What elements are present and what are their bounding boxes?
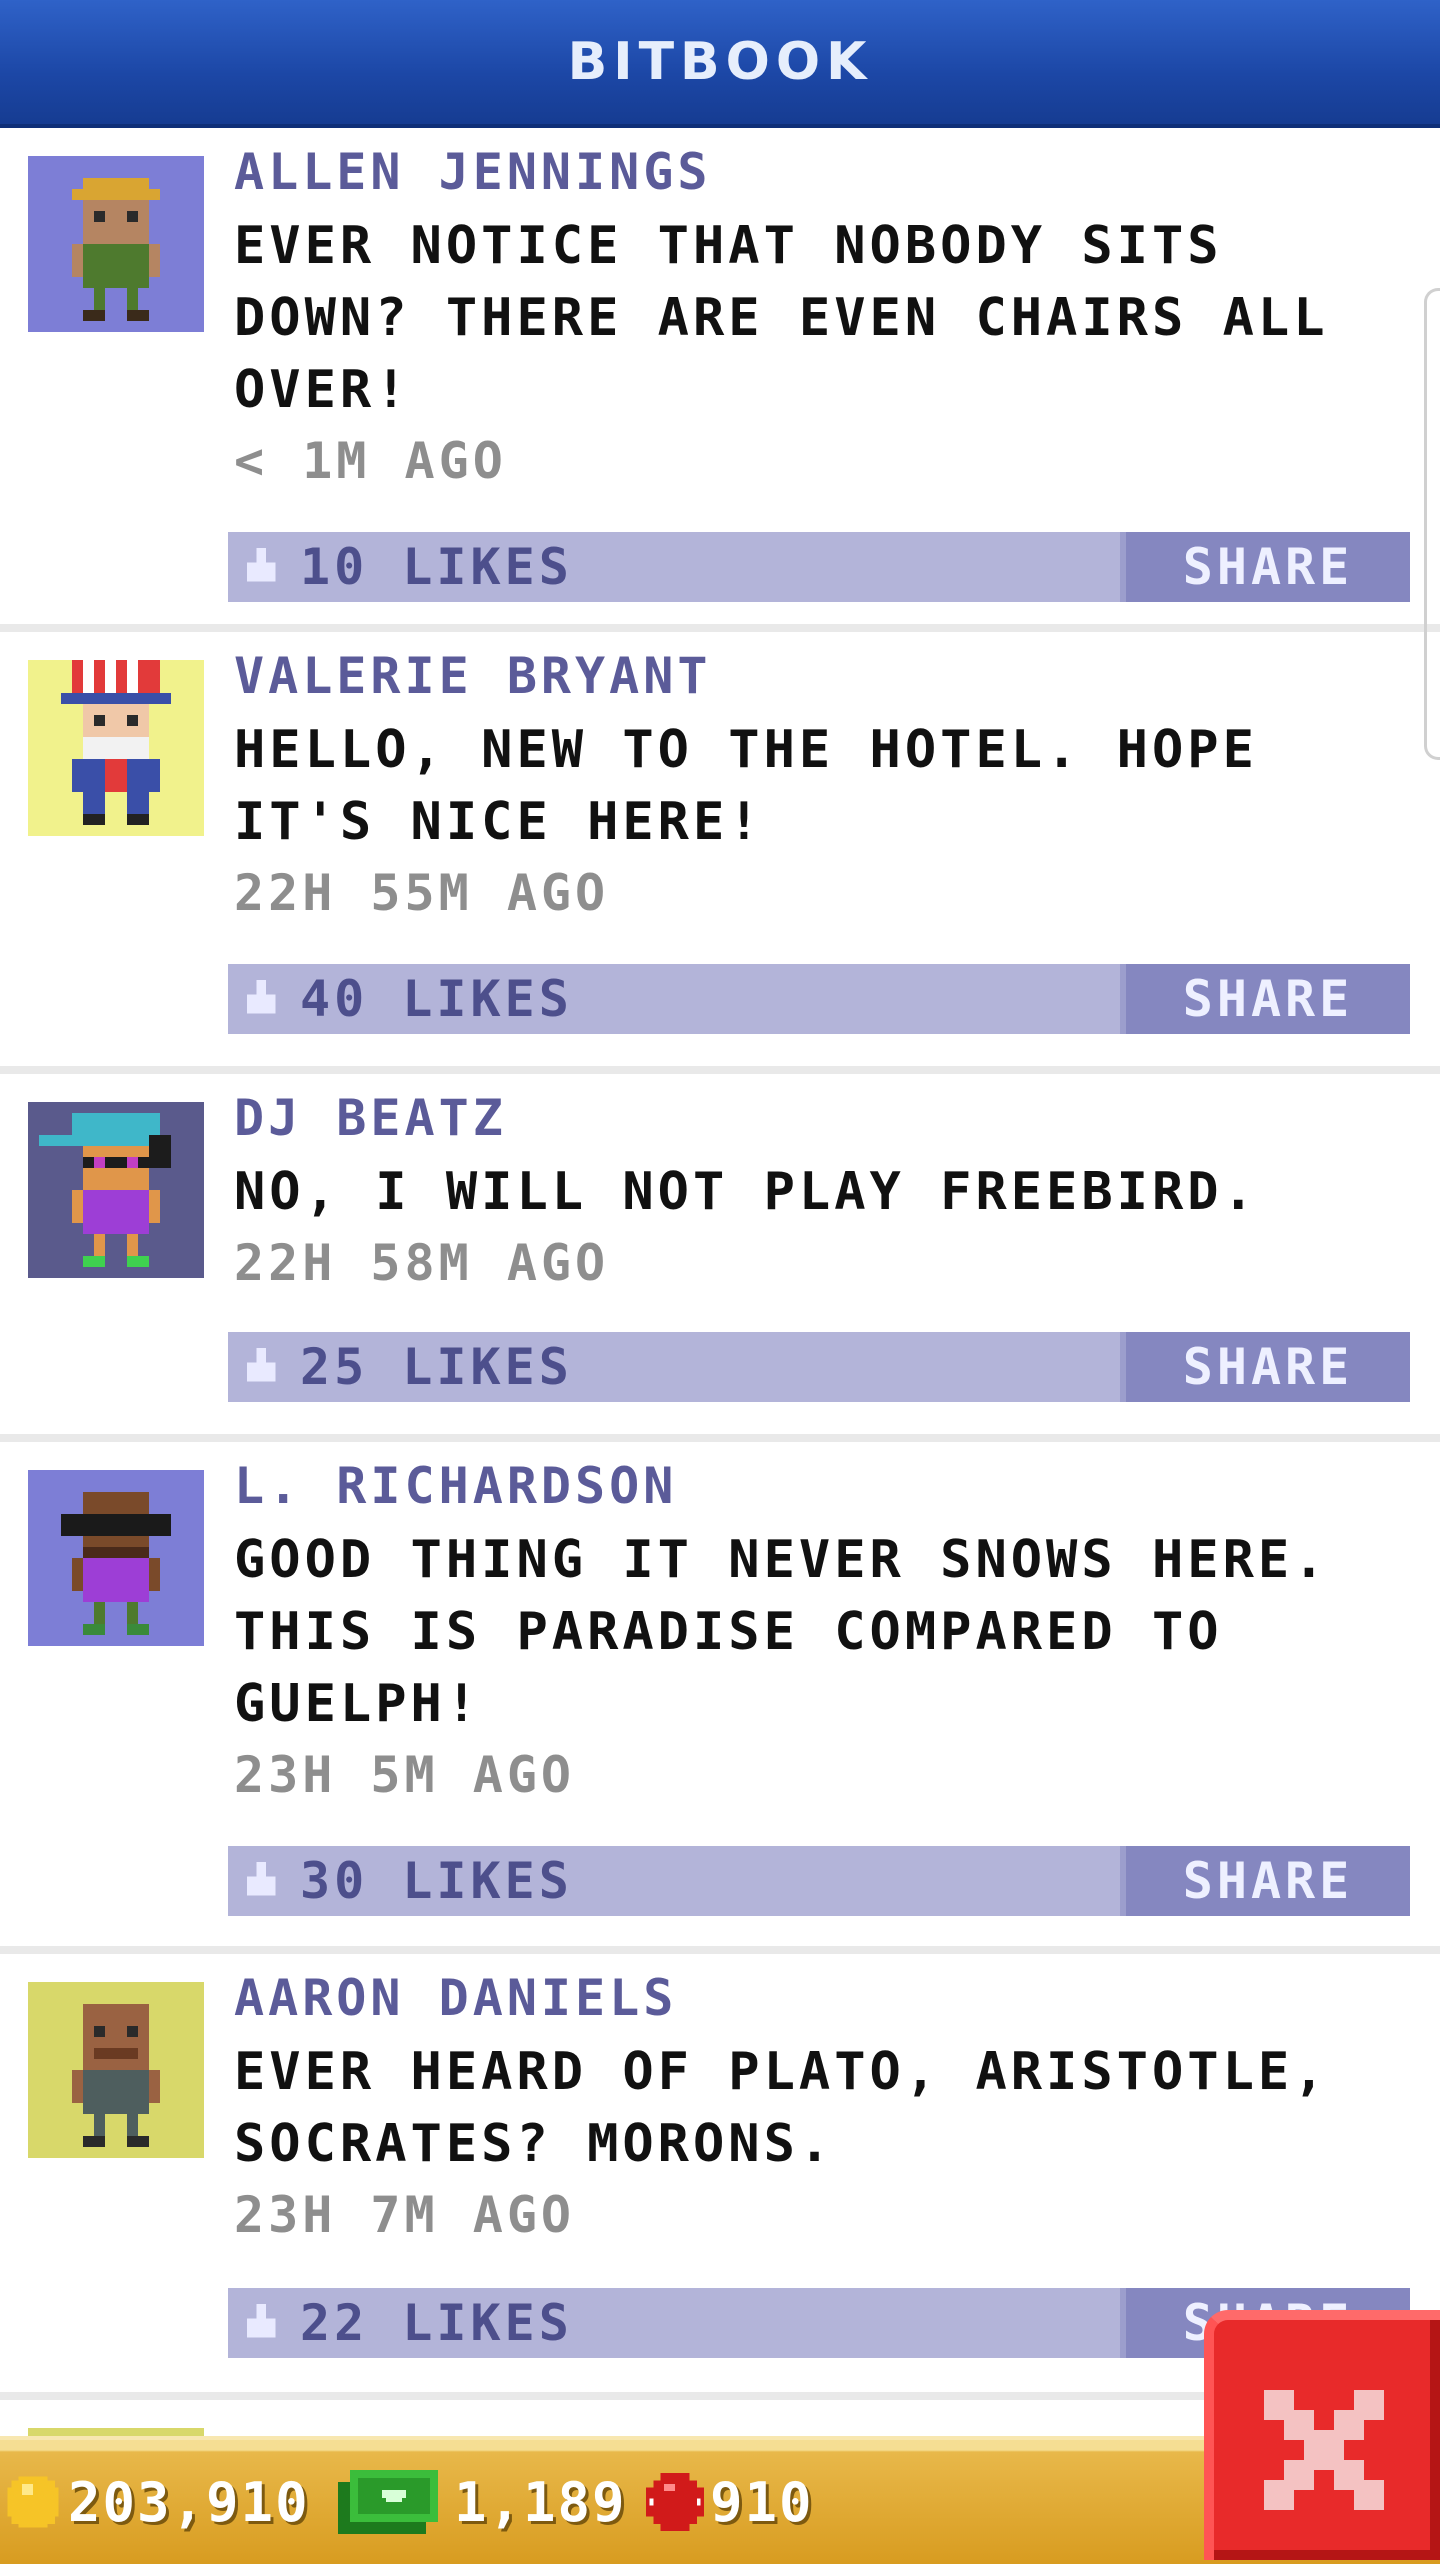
avatar[interactable]	[28, 660, 204, 836]
post-body: AARON DANIELS EVER HEARD OF PLATO, ARIST…	[234, 1968, 1410, 2250]
post-time: 23H 5M AGO	[234, 1746, 576, 1804]
bux-icon	[338, 2470, 438, 2534]
avatar[interactable]	[28, 1982, 204, 2158]
gems-stat: 910	[646, 2440, 814, 2564]
likes-bar: 25 LIKES SHARE	[228, 1332, 1410, 1402]
likes-bar: 10 LIKES SHARE	[228, 532, 1410, 602]
feed[interactable]: ALLEN JENNINGS EVER NOTICE THAT NOBODY S…	[0, 128, 1440, 2400]
thumbs-up-icon[interactable]	[242, 980, 280, 1018]
scrollbar[interactable]	[1424, 288, 1440, 760]
thumbs-up-icon[interactable]	[242, 1348, 280, 1386]
likes-bar: 30 LIKES SHARE	[228, 1846, 1410, 1916]
coins-stat: 203,910	[4, 2440, 310, 2564]
post-time: 22H 58M AGO	[234, 1234, 610, 1292]
post-message: NO, I WILL NOT PLAY FREEBIRD.	[234, 1162, 1258, 1222]
post: VALERIE BRYANT HELLO, NEW TO THE HOTEL. …	[0, 632, 1440, 1074]
likes-count: 25 LIKES	[300, 1338, 573, 1396]
post-author[interactable]: ALLEN JENNINGS	[234, 142, 1410, 202]
post-time: < 1M AGO	[234, 432, 507, 490]
post-author[interactable]: VALERIE BRYANT	[234, 646, 1410, 706]
thumbs-up-icon[interactable]	[242, 1862, 280, 1900]
post-body: VALERIE BRYANT HELLO, NEW TO THE HOTEL. …	[234, 646, 1410, 928]
likes-count: 30 LIKES	[300, 1852, 573, 1910]
avatar[interactable]	[28, 1102, 204, 1278]
post-message: EVER HEARD OF PLATO, ARISTOTLE, SOCRATES…	[234, 2042, 1329, 2174]
avatar[interactable]	[28, 1470, 204, 1646]
bux-count: 1,189	[454, 2470, 627, 2534]
post-body: DJ BEATZ NO, I WILL NOT PLAY FREEBIRD. 2…	[234, 1088, 1410, 1298]
share-button[interactable]: SHARE	[1120, 964, 1410, 1034]
likes-bar: 40 LIKES SHARE	[228, 964, 1410, 1034]
likes-count: 10 LIKES	[300, 538, 573, 596]
post: L. RICHARDSON GOOD THING IT NEVER SNOWS …	[0, 1442, 1440, 1954]
gems-count: 910	[710, 2470, 814, 2534]
post-author[interactable]: L. RICHARDSON	[234, 1456, 1410, 1516]
coin-icon	[7, 2476, 59, 2528]
post-time: 22H 55M AGO	[234, 864, 610, 922]
thumbs-up-icon[interactable]	[242, 548, 280, 586]
gem-icon	[646, 2473, 704, 2531]
bux-stat: 1,189	[338, 2440, 627, 2564]
post-message: HELLO, NEW TO THE HOTEL. HOPE IT'S NICE …	[234, 720, 1258, 852]
close-icon	[1264, 2390, 1384, 2510]
aaron-daniels-avatar-icon	[28, 1982, 204, 2158]
post-body: L. RICHARDSON GOOD THING IT NEVER SNOWS …	[234, 1456, 1410, 1810]
share-button[interactable]: SHARE	[1120, 532, 1410, 602]
post: DJ BEATZ NO, I WILL NOT PLAY FREEBIRD. 2…	[0, 1074, 1440, 1442]
share-button[interactable]: SHARE	[1120, 1846, 1410, 1916]
page-title: BITBOOK	[567, 32, 873, 92]
close-button[interactable]	[1204, 2310, 1440, 2560]
post: ALLEN JENNINGS EVER NOTICE THAT NOBODY S…	[0, 128, 1440, 632]
post-author[interactable]: AARON DANIELS	[234, 1968, 1410, 2028]
avatar[interactable]	[28, 156, 204, 332]
share-button[interactable]: SHARE	[1120, 1332, 1410, 1402]
post-message: GOOD THING IT NEVER SNOWS HERE. THIS IS …	[234, 1530, 1329, 1734]
likes-count: 40 LIKES	[300, 970, 573, 1028]
app-header: BITBOOK	[0, 0, 1440, 128]
coins-count: 203,910	[68, 2470, 310, 2534]
likes-count: 22 LIKES	[300, 2294, 573, 2352]
thumbs-up-icon[interactable]	[242, 2304, 280, 2342]
post-time: 23H 7M AGO	[234, 2186, 576, 2244]
allen-jennings-avatar-icon	[28, 156, 204, 332]
valerie-bryant-avatar-icon	[28, 660, 204, 836]
dj-beatz-avatar-icon	[28, 1102, 204, 1278]
l-richardson-avatar-icon	[28, 1470, 204, 1646]
post-body: ALLEN JENNINGS EVER NOTICE THAT NOBODY S…	[234, 142, 1410, 496]
post-message: EVER NOTICE THAT NOBODY SITS DOWN? THERE…	[234, 216, 1329, 420]
post-author[interactable]: DJ BEATZ	[234, 1088, 1410, 1148]
